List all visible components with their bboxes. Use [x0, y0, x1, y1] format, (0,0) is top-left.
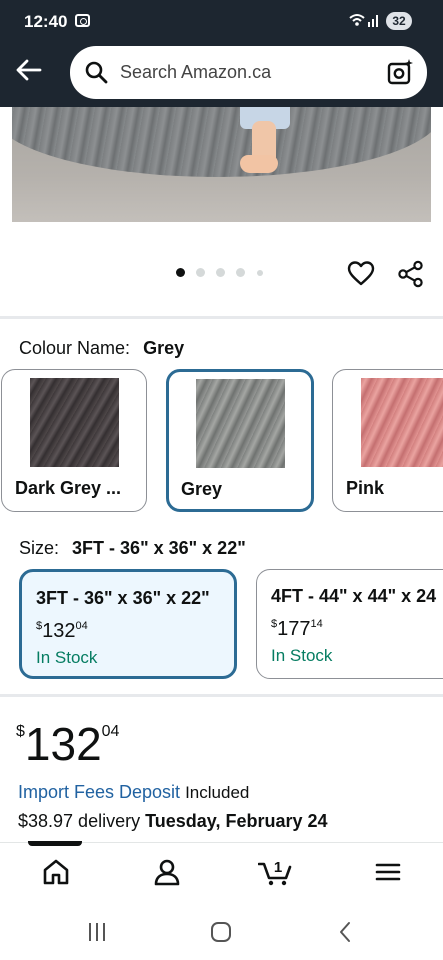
carousel-dot-active[interactable] [176, 268, 185, 277]
size-option-3ft[interactable]: 3FT - 36" x 36" x 22" $13204 In Stock [19, 569, 237, 679]
size-option-price-whole: 132 [42, 620, 76, 642]
wifi-signal-icon [349, 14, 378, 27]
cart-count: 1 [274, 859, 282, 876]
size-option-price-fraction: 04 [75, 620, 88, 632]
carousel-dot[interactable] [236, 268, 245, 277]
back-arrow-icon[interactable] [14, 56, 42, 84]
colour-option-pink[interactable]: Pink [332, 369, 443, 512]
product-price: $13204 [16, 717, 119, 771]
size-option-title: 3FT - 36" x 36" x 22" [36, 588, 210, 608]
search-icon [85, 61, 108, 84]
import-fees-line: Import Fees Deposit Included [18, 782, 249, 803]
colour-swatch-image [30, 378, 119, 467]
colour-option-grey[interactable]: Grey [166, 369, 314, 512]
colour-option-label: Pink [346, 478, 385, 498]
bottom-nav: 1 [0, 841, 443, 904]
status-time: 12:40 [24, 12, 68, 31]
size-option-4ft[interactable]: 4FT - 44" x 44" x 24 $17714 In Stock [256, 569, 443, 679]
price-whole: 132 [24, 718, 102, 770]
size-option-title: 4FT - 44" x 44" x 24 [271, 586, 437, 606]
colour-option-dark-grey[interactable]: Dark Grey ... [1, 369, 147, 512]
colour-label-row: Colour Name: Grey [19, 338, 184, 359]
colour-option-label: Grey [181, 479, 223, 499]
size-selected-value: 3FT - 36" x 36" x 22" [72, 538, 246, 558]
size-option-price: $13204 [36, 620, 88, 643]
section-divider [0, 316, 443, 319]
account-icon[interactable] [152, 857, 182, 887]
search-input[interactable] [120, 46, 370, 99]
size-label-row: Size: 3FT - 36" x 36" x 22" [19, 538, 246, 559]
price-currency: $ [16, 723, 25, 740]
cart-icon[interactable]: 1 [258, 857, 294, 887]
home-button-icon[interactable] [209, 920, 233, 944]
share-icon[interactable] [397, 260, 425, 288]
size-label: Size: [19, 538, 60, 558]
top-bar: 12:40 32 [0, 0, 443, 107]
system-back-icon[interactable] [334, 920, 358, 944]
colour-swatch-image [196, 379, 285, 468]
recent-apps-icon[interactable] [85, 920, 109, 944]
delivery-date: Tuesday, February 24 [145, 811, 328, 831]
product-image[interactable] [12, 107, 431, 222]
carousel-dot[interactable] [257, 270, 263, 276]
system-nav-bar [0, 904, 443, 960]
product-image-foot [240, 155, 278, 173]
section-divider [0, 694, 443, 697]
size-option-price-whole: 177 [277, 618, 311, 640]
battery-indicator: 32 [386, 12, 412, 30]
camera-search-icon[interactable] [386, 58, 414, 86]
colour-option-label: Dark Grey ... [15, 478, 122, 498]
colour-swatch-image [361, 378, 443, 467]
colour-label: Colour Name: [19, 338, 131, 358]
nav-active-indicator [28, 841, 82, 846]
delivery-line: $38.97 delivery Tuesday, February 24 [18, 811, 328, 832]
size-option-price-fraction: 14 [310, 618, 323, 630]
import-fees-suffix: Included [185, 783, 250, 802]
heart-icon[interactable] [347, 260, 375, 288]
screen-record-icon [75, 14, 90, 27]
menu-icon[interactable] [373, 857, 403, 887]
size-option-stock: In Stock [271, 646, 333, 665]
import-fees-link[interactable]: Import Fees Deposit [18, 782, 180, 802]
size-option-price: $17714 [271, 618, 323, 641]
delivery-cost: $38.97 delivery [18, 811, 141, 831]
price-fraction: 04 [101, 723, 120, 740]
size-option-stock: In Stock [36, 648, 98, 667]
screen: 12:40 32 Search Amazon.ca Colour Name: G… [0, 0, 443, 960]
carousel-dot[interactable] [216, 268, 225, 277]
carousel-dot[interactable] [196, 268, 205, 277]
home-icon[interactable] [41, 857, 71, 887]
search-bar[interactable] [70, 46, 427, 99]
colour-selected-value: Grey [143, 338, 185, 358]
